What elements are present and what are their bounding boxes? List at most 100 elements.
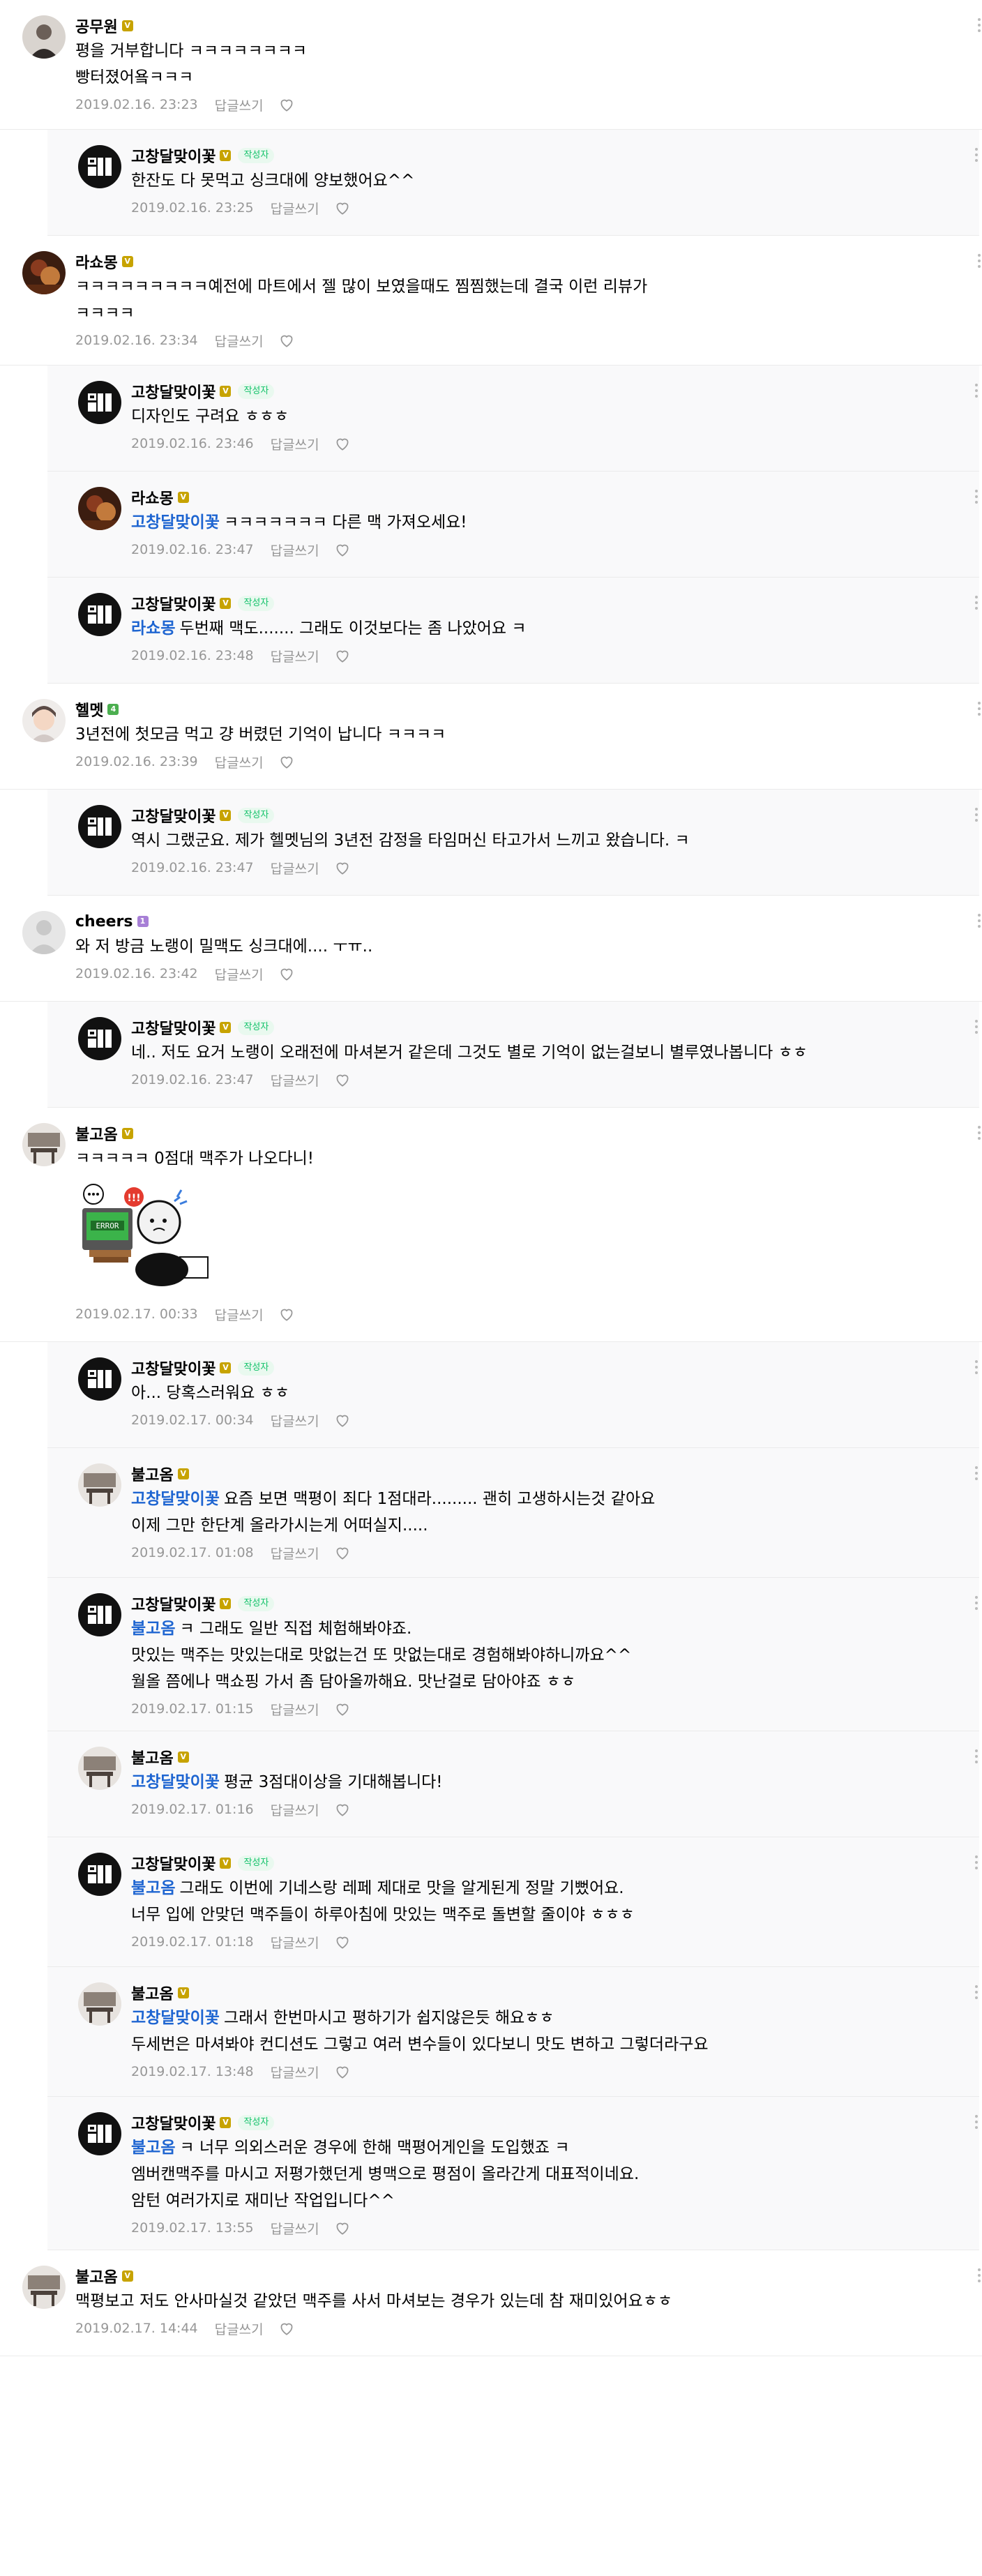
comment-author[interactable]: 라쇼몽 <box>131 486 174 509</box>
reply-button[interactable]: 답글쓰기 <box>215 331 264 350</box>
comment-author[interactable]: 공무원 <box>75 15 118 37</box>
comment-author[interactable]: 불고옴 <box>131 1746 174 1768</box>
comment-author[interactable]: 고창달맞이꽃 <box>131 1357 216 1379</box>
heart-icon[interactable] <box>333 2063 352 2081</box>
comment-author[interactable]: 불고옴 <box>131 1463 174 1485</box>
reply-button[interactable]: 답글쓰기 <box>271 1800 319 1819</box>
more-options-icon[interactable] <box>975 1466 979 1483</box>
avatar[interactable] <box>22 251 66 294</box>
mention-link[interactable]: 고창달맞이꽃 <box>131 1490 220 1508</box>
comment-author[interactable]: 고창달맞이꽃 <box>131 1852 216 1874</box>
more-options-icon[interactable] <box>975 1020 979 1037</box>
comment-author[interactable]: 고창달맞이꽃 <box>131 144 216 167</box>
heart-icon[interactable] <box>278 753 296 771</box>
heart-icon[interactable] <box>333 2219 352 2237</box>
heart-icon[interactable] <box>333 859 352 877</box>
heart-icon[interactable] <box>278 96 296 114</box>
comment-author[interactable]: 헬멧 <box>75 698 103 721</box>
comment-author[interactable]: 라쇼몽 <box>75 250 118 273</box>
comment-author[interactable]: cheers <box>75 913 133 931</box>
more-options-icon[interactable] <box>975 1985 979 2002</box>
more-options-icon[interactable] <box>978 254 982 271</box>
reply-button[interactable]: 답글쓰기 <box>271 435 319 453</box>
avatar[interactable] <box>78 1017 121 1060</box>
heart-icon[interactable] <box>333 541 352 559</box>
comment-author[interactable]: 고창달맞이꽃 <box>131 1592 216 1615</box>
reply-button[interactable]: 답글쓰기 <box>271 1544 319 1562</box>
reply-button[interactable]: 답글쓰기 <box>271 2219 319 2238</box>
avatar[interactable] <box>78 1593 121 1636</box>
more-options-icon[interactable] <box>975 2115 979 2132</box>
comment-author[interactable]: 불고옴 <box>75 1122 118 1145</box>
heart-icon[interactable] <box>278 331 296 349</box>
heart-icon[interactable] <box>333 1800 352 1818</box>
avatar[interactable] <box>78 1982 121 2026</box>
reply-button[interactable]: 답글쓰기 <box>215 753 264 771</box>
mention-link[interactable]: 라쇼몽 <box>131 619 175 638</box>
reply-button[interactable]: 답글쓰기 <box>215 2319 264 2338</box>
heart-icon[interactable] <box>333 647 352 665</box>
more-options-icon[interactable] <box>975 1855 979 1872</box>
more-options-icon[interactable] <box>975 384 979 400</box>
avatar[interactable] <box>78 381 121 424</box>
avatar[interactable] <box>78 145 121 188</box>
avatar[interactable] <box>22 15 66 59</box>
heart-icon[interactable] <box>278 2319 296 2337</box>
avatar[interactable] <box>22 2266 66 2309</box>
more-options-icon[interactable] <box>978 2268 982 2285</box>
avatar[interactable] <box>78 805 121 848</box>
more-options-icon[interactable] <box>975 1360 979 1377</box>
more-options-icon[interactable] <box>975 808 979 824</box>
avatar[interactable] <box>78 1357 121 1401</box>
mention-link[interactable]: 불고옴 <box>131 1620 175 1638</box>
reply-button[interactable]: 답글쓰기 <box>271 1411 319 1430</box>
reply-button[interactable]: 답글쓰기 <box>271 199 319 218</box>
reply-button[interactable]: 답글쓰기 <box>271 1071 319 1090</box>
heart-icon[interactable] <box>333 1411 352 1429</box>
reply-button[interactable]: 답글쓰기 <box>271 647 319 665</box>
comment-author[interactable]: 불고옴 <box>131 1982 174 2004</box>
reply-button[interactable]: 답글쓰기 <box>271 1700 319 1719</box>
avatar[interactable] <box>78 1853 121 1896</box>
avatar[interactable] <box>78 593 121 636</box>
reply-button[interactable]: 답글쓰기 <box>271 2063 319 2081</box>
avatar[interactable] <box>22 699 66 742</box>
comment-author[interactable]: 고창달맞이꽃 <box>131 380 216 402</box>
avatar[interactable] <box>22 911 66 954</box>
reply-button[interactable]: 답글쓰기 <box>215 1305 264 1324</box>
heart-icon[interactable] <box>278 1305 296 1323</box>
mention-link[interactable]: 불고옴 <box>131 2139 175 2157</box>
more-options-icon[interactable] <box>975 1749 979 1766</box>
mention-link[interactable]: 고창달맞이꽃 <box>131 2009 220 2027</box>
heart-icon[interactable] <box>333 435 352 453</box>
more-options-icon[interactable] <box>978 1126 982 1143</box>
more-options-icon[interactable] <box>978 18 982 35</box>
reply-button[interactable]: 답글쓰기 <box>271 859 319 878</box>
avatar[interactable] <box>78 1463 121 1507</box>
more-options-icon[interactable] <box>975 596 979 612</box>
heart-icon[interactable] <box>278 965 296 983</box>
more-options-icon[interactable] <box>978 702 982 718</box>
avatar[interactable] <box>78 487 121 530</box>
heart-icon[interactable] <box>333 1700 352 1718</box>
more-options-icon[interactable] <box>975 1596 979 1613</box>
avatar[interactable] <box>78 2112 121 2155</box>
avatar[interactable] <box>78 1747 121 1790</box>
heart-icon[interactable] <box>333 1933 352 1951</box>
mention-link[interactable]: 고창달맞이꽃 <box>131 513 220 532</box>
more-options-icon[interactable] <box>978 914 982 931</box>
heart-icon[interactable] <box>333 199 352 217</box>
heart-icon[interactable] <box>333 1544 352 1562</box>
mention-link[interactable]: 고창달맞이꽃 <box>131 1773 220 1791</box>
avatar[interactable] <box>22 1123 66 1166</box>
more-options-icon[interactable] <box>975 148 979 165</box>
reply-button[interactable]: 답글쓰기 <box>215 96 264 114</box>
reply-button[interactable]: 답글쓰기 <box>271 541 319 559</box>
more-options-icon[interactable] <box>975 490 979 506</box>
comment-author[interactable]: 불고옴 <box>75 2265 118 2287</box>
reply-button[interactable]: 답글쓰기 <box>215 965 264 984</box>
mention-link[interactable]: 불고옴 <box>131 1879 175 1897</box>
reply-button[interactable]: 답글쓰기 <box>271 1933 319 1952</box>
comment-author[interactable]: 고창달맞이꽃 <box>131 804 216 827</box>
heart-icon[interactable] <box>333 1071 352 1089</box>
